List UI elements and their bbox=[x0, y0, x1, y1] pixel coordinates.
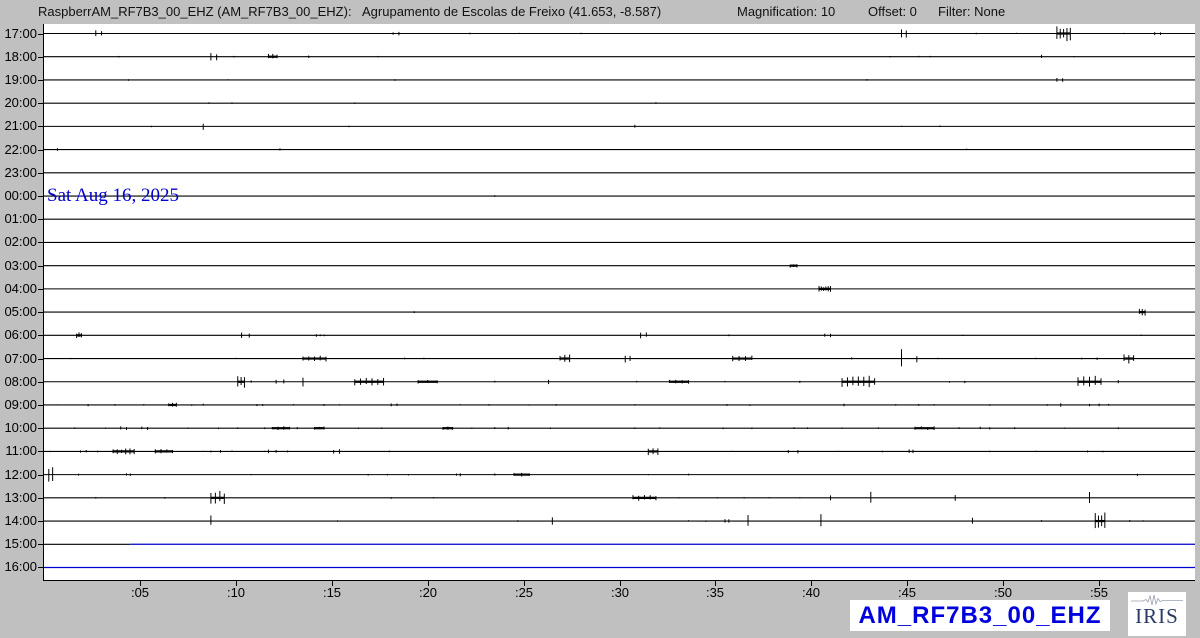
hour-label: 22:00 bbox=[0, 142, 37, 158]
station-id-text: AM_RF7B3_00_EHZ bbox=[858, 602, 1101, 630]
hour-label: 16:00 bbox=[0, 559, 37, 575]
hour-tick bbox=[38, 521, 44, 522]
hour-tick bbox=[38, 312, 44, 313]
hour-tick bbox=[38, 382, 44, 383]
hour-label: 04:00 bbox=[0, 281, 37, 297]
offset-label: Offset: 0 bbox=[868, 4, 917, 19]
minute-label: :10 bbox=[218, 585, 254, 600]
station-location: Agrupamento de Escolas de Freixo (41.653… bbox=[362, 4, 661, 19]
hour-label: 07:00 bbox=[0, 351, 37, 367]
minute-label: :20 bbox=[410, 585, 446, 600]
hour-tick bbox=[38, 196, 44, 197]
hour-tick bbox=[38, 34, 44, 35]
iris-logo-text: IRIS bbox=[1128, 606, 1186, 626]
hour-tick bbox=[38, 428, 44, 429]
hour-tick bbox=[38, 80, 44, 81]
hour-tick bbox=[38, 451, 44, 452]
hour-label: 23:00 bbox=[0, 165, 37, 181]
hour-label: 18:00 bbox=[0, 49, 37, 65]
hour-label: 09:00 bbox=[0, 397, 37, 413]
hour-label: 13:00 bbox=[0, 490, 37, 506]
hour-tick bbox=[38, 103, 44, 104]
hour-tick bbox=[38, 498, 44, 499]
hour-label: 19:00 bbox=[0, 72, 37, 88]
hour-label: 10:00 bbox=[0, 420, 37, 436]
hour-label: 05:00 bbox=[0, 304, 37, 320]
helicorder-plot: Sat Aug 16, 2025 bbox=[43, 24, 1195, 581]
hour-label: 14:00 bbox=[0, 513, 37, 529]
hour-tick bbox=[38, 219, 44, 220]
hour-label: 20:00 bbox=[0, 95, 37, 111]
minute-label: :35 bbox=[697, 585, 733, 600]
hour-tick bbox=[38, 173, 44, 174]
hour-label: 08:00 bbox=[0, 374, 37, 390]
minute-label: :15 bbox=[314, 585, 350, 600]
hour-tick bbox=[38, 242, 44, 243]
station-id-badge: AM_RF7B3_00_EHZ bbox=[850, 600, 1110, 631]
station-title: RaspberrAM_RF7B3_00_EHZ (AM_RF7B3_00_EHZ… bbox=[38, 4, 352, 19]
hour-tick bbox=[38, 567, 44, 568]
hour-tick bbox=[38, 289, 44, 290]
magnification-label: Magnification: 10 bbox=[737, 4, 835, 19]
traces-svg bbox=[44, 24, 1195, 580]
hour-label: 12:00 bbox=[0, 467, 37, 483]
minute-label: :30 bbox=[602, 585, 638, 600]
minute-label: :40 bbox=[793, 585, 829, 600]
filter-label: Filter: None bbox=[938, 4, 1005, 19]
minute-label: :05 bbox=[122, 585, 158, 600]
hour-label: 17:00 bbox=[0, 26, 37, 42]
hour-tick bbox=[38, 126, 44, 127]
helicorder-app: RaspberrAM_RF7B3_00_EHZ (AM_RF7B3_00_EHZ… bbox=[0, 0, 1200, 638]
hour-tick bbox=[38, 405, 44, 406]
hour-label: 02:00 bbox=[0, 234, 37, 250]
minute-label: :45 bbox=[889, 585, 925, 600]
hour-tick bbox=[38, 359, 44, 360]
date-label: Sat Aug 16, 2025 bbox=[47, 185, 179, 207]
hour-label: 06:00 bbox=[0, 327, 37, 343]
hour-tick bbox=[38, 335, 44, 336]
minute-label: :25 bbox=[506, 585, 542, 600]
hour-label: 01:00 bbox=[0, 211, 37, 227]
hour-tick bbox=[38, 57, 44, 58]
iris-logo: IRIS bbox=[1128, 592, 1186, 636]
hour-tick bbox=[38, 266, 44, 267]
hour-tick bbox=[38, 544, 44, 545]
hour-tick bbox=[38, 150, 44, 151]
hour-label: 21:00 bbox=[0, 118, 37, 134]
hour-label: 03:00 bbox=[0, 258, 37, 274]
minute-label: :50 bbox=[985, 585, 1021, 600]
minute-label: :55 bbox=[1081, 585, 1117, 600]
hour-label: 15:00 bbox=[0, 536, 37, 552]
hour-label: 00:00 bbox=[0, 188, 37, 204]
hour-tick bbox=[38, 475, 44, 476]
hour-label: 11:00 bbox=[0, 443, 37, 459]
